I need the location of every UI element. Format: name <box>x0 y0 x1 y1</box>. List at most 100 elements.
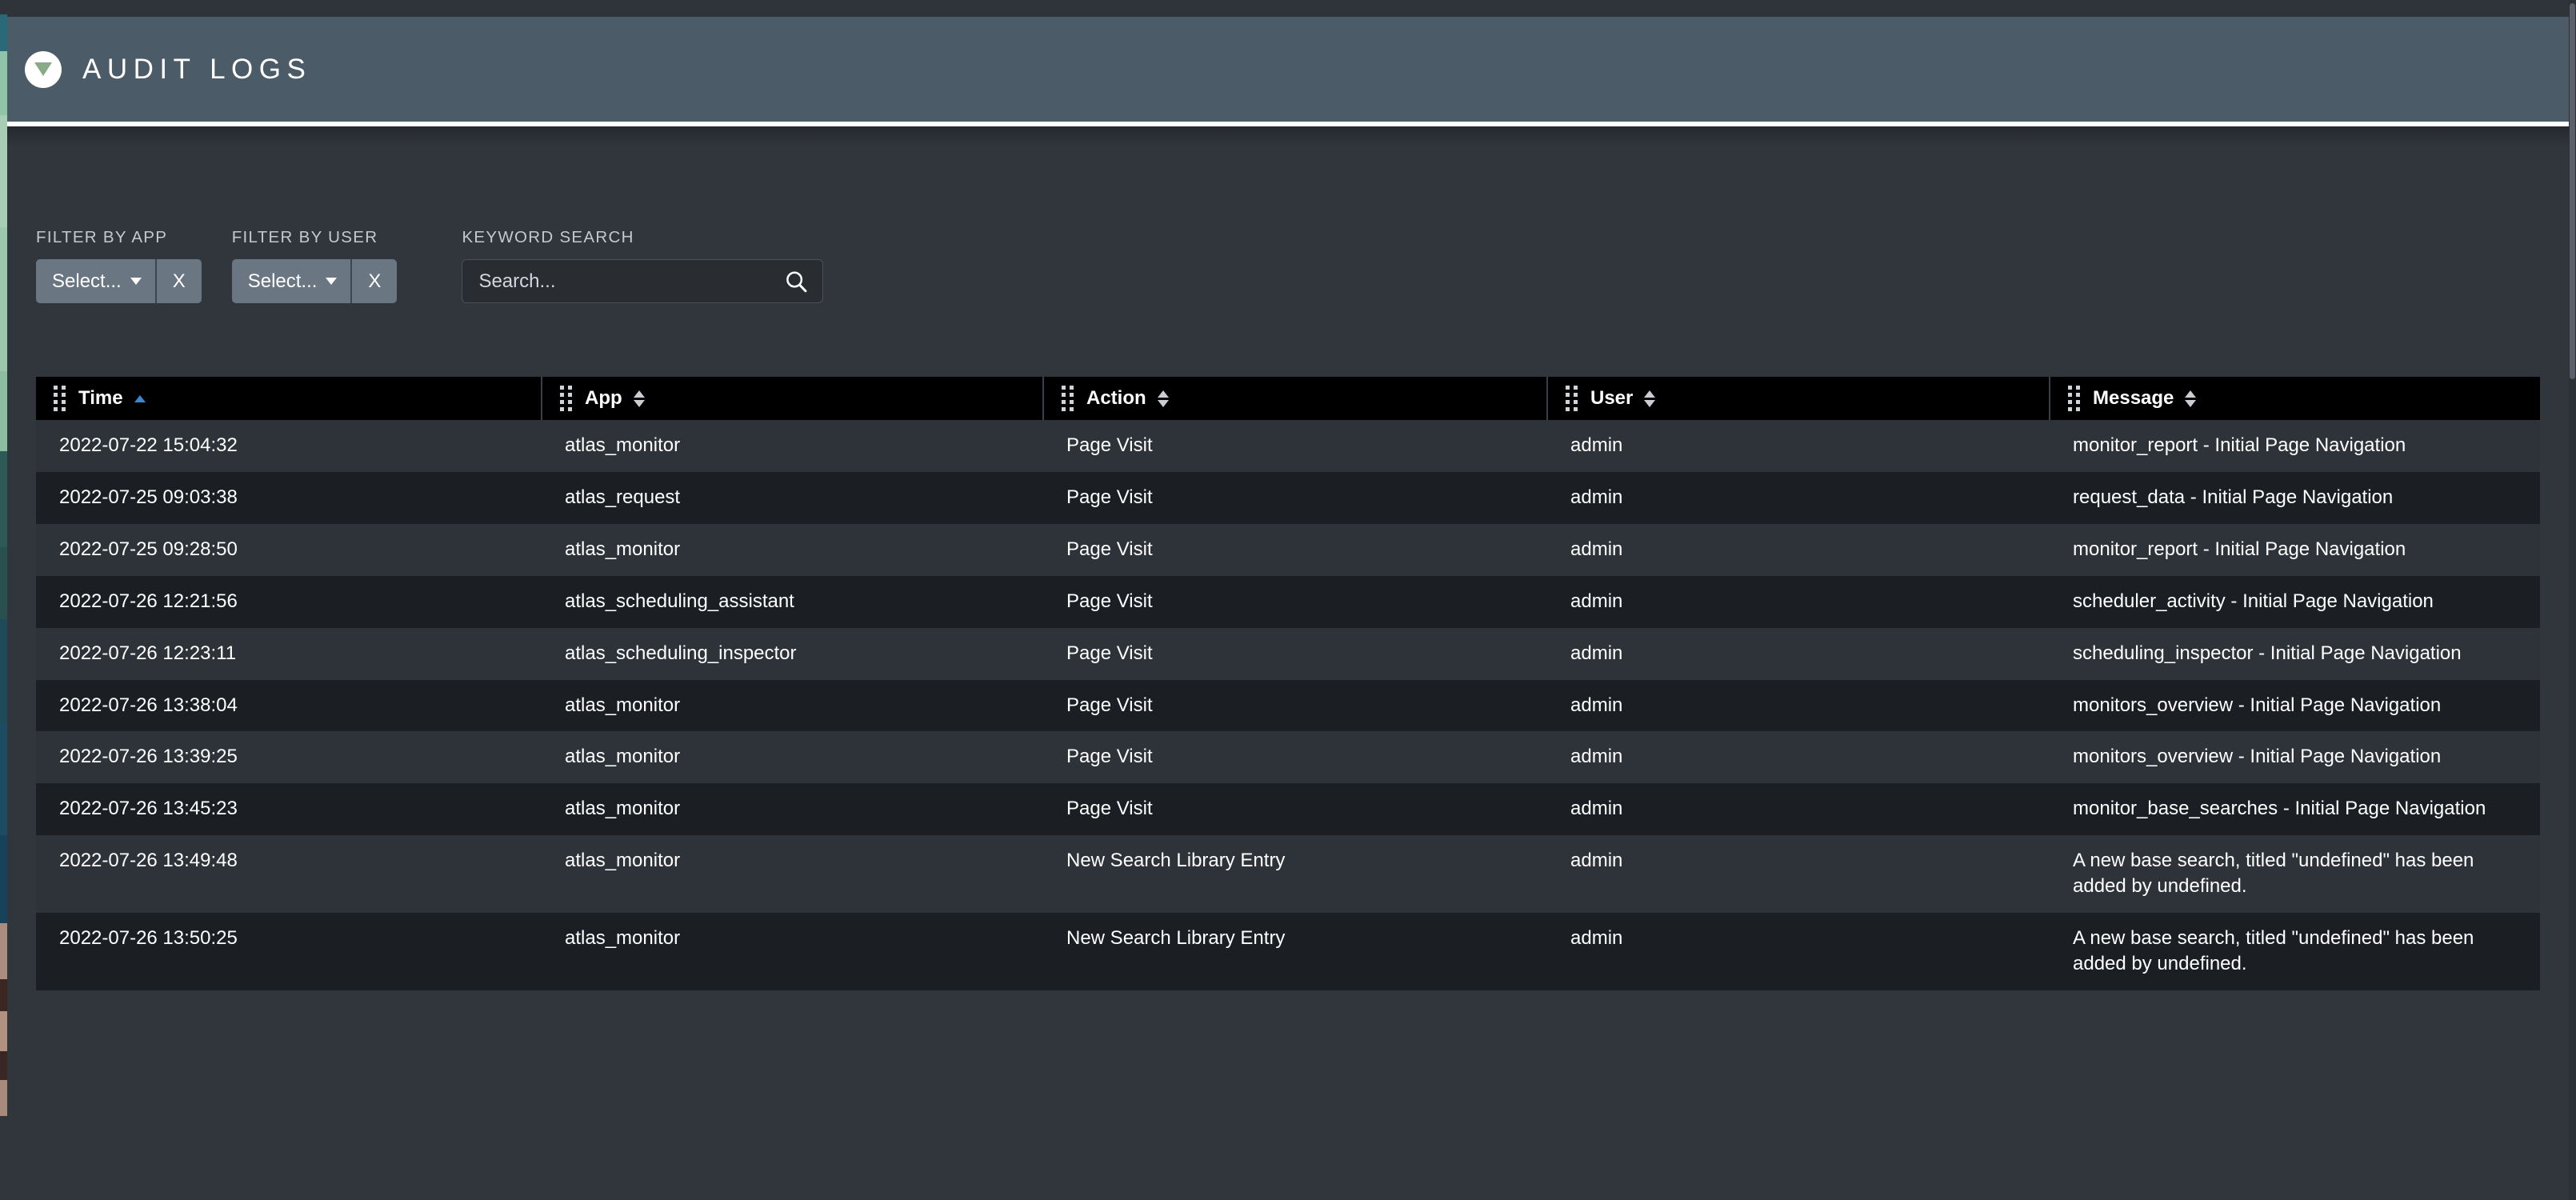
search-input[interactable] <box>462 260 823 302</box>
cell-time: 2022-07-26 13:50:25 <box>36 913 542 990</box>
table-row[interactable]: 2022-07-26 13:50:25 atlas_monitor New Sear… <box>36 913 2540 990</box>
sliver-segment <box>0 14 7 51</box>
sort-toggle-icon[interactable] <box>1644 390 1656 407</box>
drag-handle-icon[interactable] <box>54 386 66 411</box>
sliver-segment <box>0 723 7 835</box>
cell-app: atlas_request <box>542 471 1043 524</box>
filter-bar: FILTER BY APP Select... X FILTER BY USER… <box>36 228 854 303</box>
sliver-segment <box>0 371 7 451</box>
filter-by-app-label: FILTER BY APP <box>36 228 168 246</box>
table-row[interactable]: 2022-07-26 12:21:56 atlas_scheduling_assi… <box>36 575 2540 628</box>
table-row[interactable]: 2022-07-26 13:39:25 atlas_monitor Page Vis… <box>36 731 2540 784</box>
drag-handle-icon[interactable] <box>1566 386 1578 411</box>
cell-app: atlas_monitor <box>542 913 1043 990</box>
column-label: Action <box>1086 387 1146 409</box>
cell-action: Page Visit <box>1043 783 1547 836</box>
table-row[interactable]: 2022-07-25 09:28:50 atlas_monitor Page Vis… <box>36 523 2540 576</box>
cell-app: atlas_monitor <box>542 679 1043 732</box>
table-row[interactable]: 2022-07-22 15:04:32 atlas_monitor Page Vis… <box>36 420 2540 472</box>
table-row[interactable]: 2022-07-26 13:45:23 atlas_monitor Page Vis… <box>36 783 2540 836</box>
sliver-segment <box>0 979 7 1011</box>
cell-time: 2022-07-25 09:28:50 <box>36 523 542 576</box>
cell-user: admin <box>1547 679 2050 732</box>
sliver-segment <box>0 923 7 979</box>
cell-time: 2022-07-26 12:21:56 <box>36 575 542 628</box>
audit-log-table: Time App Action User Message 2022-07-22 15:0… <box>36 377 2540 990</box>
sliver-segment <box>0 835 7 923</box>
sliver-segment <box>0 619 7 723</box>
cell-time: 2022-07-26 13:49:48 <box>36 835 542 914</box>
cell-time: 2022-07-26 13:39:25 <box>36 731 542 784</box>
table-header-cell-message[interactable]: Message <box>2050 377 2540 420</box>
filter-by-user-label: FILTER BY USER <box>231 228 378 246</box>
table-row[interactable]: 2022-07-26 13:38:04 atlas_monitor Page Vis… <box>36 679 2540 732</box>
filter-by-app-clear-button[interactable]: X <box>156 259 202 303</box>
table-row[interactable]: 2022-07-26 12:23:11 atlas_scheduling_insp… <box>36 627 2540 680</box>
header-cell-inner: Time <box>54 386 541 411</box>
sort-toggle-icon[interactable] <box>2185 390 2197 407</box>
cell-user: admin <box>1547 913 2050 990</box>
cell-time: 2022-07-26 13:38:04 <box>36 679 542 732</box>
sort-toggle-icon[interactable] <box>633 390 645 407</box>
filter-by-user-clear-button[interactable]: X <box>352 259 398 303</box>
chevron-down-icon <box>130 278 142 285</box>
table-header-cell-user[interactable]: User <box>1547 377 2050 420</box>
column-label: Message <box>2093 387 2174 409</box>
cell-action: New Search Library Entry <box>1043 835 1547 914</box>
header-cell-inner: App <box>560 386 1042 411</box>
filter-by-app-select-value: Select... <box>52 270 122 292</box>
drag-handle-icon[interactable] <box>560 386 572 411</box>
table-header-cell-action[interactable]: Action <box>1043 377 1548 420</box>
app-header: AUDIT LOGS <box>7 17 2576 122</box>
table-header-cell-app[interactable]: App <box>542 377 1044 420</box>
filter-by-user-select-value: Select... <box>247 270 318 292</box>
cell-message: A new base search, titled "undefined" ha… <box>2050 913 2540 990</box>
keyword-search-box[interactable] <box>462 259 824 303</box>
cell-action: Page Visit <box>1043 523 1547 576</box>
header-cell-inner: Message <box>2068 386 2540 411</box>
down-triangle-badge-icon <box>25 50 62 88</box>
keyword-search-group: KEYWORD SEARCH <box>462 228 824 303</box>
filter-by-user-control: Select... X <box>231 259 398 303</box>
table-row[interactable]: 2022-07-25 09:03:38 atlas_request Page Vis… <box>36 471 2540 524</box>
sliver-segment <box>0 0 7 14</box>
cell-app: atlas_monitor <box>542 783 1043 836</box>
page-scrollbar-thumb[interactable] <box>2570 3 2575 379</box>
cell-app: atlas_scheduling_assistant <box>542 575 1043 628</box>
filter-by-user-group: FILTER BY USER Select... X <box>231 228 398 303</box>
triangle-glyph <box>34 62 52 76</box>
cell-message: scheduler_activity - Initial Page Naviga… <box>2050 575 2540 628</box>
table-row[interactable]: 2022-07-26 13:49:48 atlas_monitor New Sear… <box>36 835 2540 914</box>
drag-handle-icon[interactable] <box>2068 386 2080 411</box>
sliver-segment <box>0 227 7 371</box>
drag-handle-icon[interactable] <box>1062 386 1074 411</box>
column-label: User <box>1590 387 1634 409</box>
cell-user: admin <box>1547 420 2050 472</box>
page-title: AUDIT LOGS <box>82 53 312 85</box>
cell-user: admin <box>1547 471 2050 524</box>
cell-message: monitors_overview - Initial Page Navigat… <box>2050 731 2540 784</box>
table-header-cell-time[interactable]: Time <box>36 377 542 420</box>
cell-user: admin <box>1547 523 2050 576</box>
filter-by-user-select[interactable]: Select... <box>231 259 353 303</box>
sliver-segment <box>0 1051 7 1080</box>
cell-action: Page Visit <box>1043 420 1547 472</box>
filter-by-app-select[interactable]: Select... <box>36 259 157 303</box>
cell-message: monitors_overview - Initial Page Navigat… <box>2050 679 2540 732</box>
cell-user: admin <box>1547 627 2050 680</box>
sliver-segment <box>0 547 7 619</box>
cell-app: atlas_monitor <box>542 420 1043 472</box>
sort-toggle-icon[interactable] <box>1157 390 1169 407</box>
cell-user: admin <box>1547 835 2050 914</box>
sort-ascending-icon[interactable] <box>134 394 146 402</box>
cell-message: monitor_report - Initial Page Navigation <box>2050 523 2540 576</box>
chevron-down-icon <box>326 278 338 285</box>
cell-app: atlas_scheduling_inspector <box>542 627 1043 680</box>
cell-message: request_data - Initial Page Navigation <box>2050 471 2540 524</box>
sliver-segment <box>0 1080 7 1116</box>
cell-action: Page Visit <box>1043 471 1547 524</box>
cell-user: admin <box>1547 575 2050 628</box>
cell-message: monitor_base_searches - Initial Page Nav… <box>2050 783 2540 836</box>
cell-message: A new base search, titled "undefined" ha… <box>2050 835 2540 914</box>
filter-by-app-control: Select... X <box>36 259 202 303</box>
